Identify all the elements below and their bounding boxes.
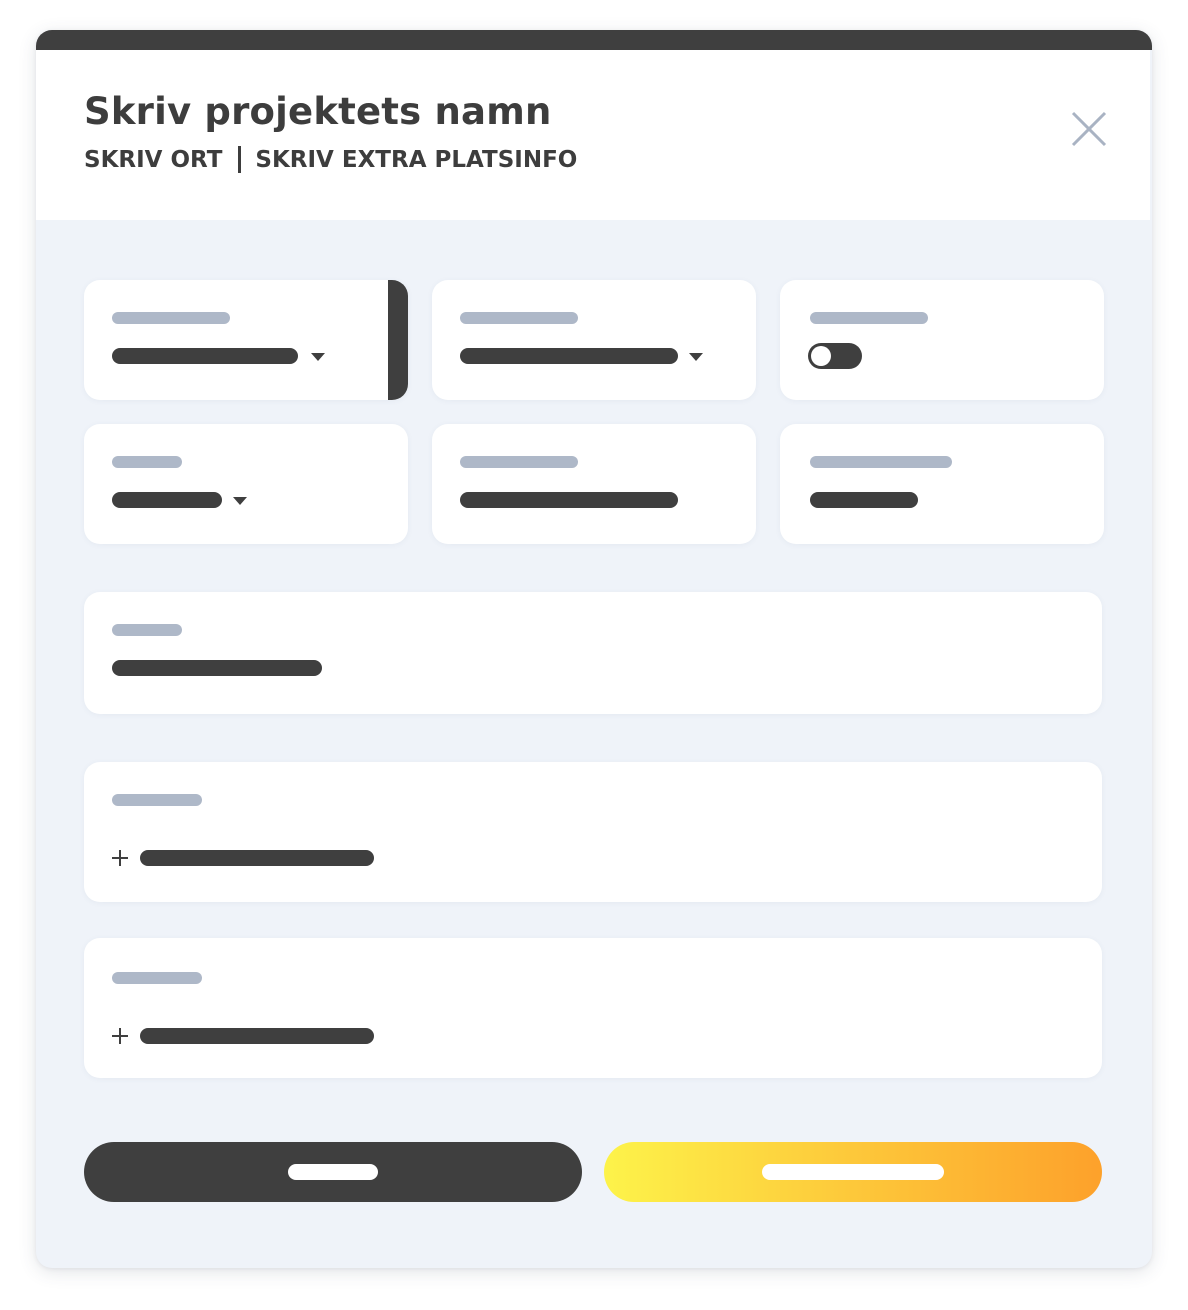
caret-down-icon[interactable]	[689, 353, 703, 361]
plus-icon[interactable]	[112, 1028, 128, 1044]
text-field-1[interactable]	[432, 424, 756, 544]
location-extra-info[interactable]: SKRIV EXTRA PLATSINFO	[255, 147, 577, 173]
caret-down-icon[interactable]	[233, 497, 247, 505]
add-section-2	[84, 938, 1102, 1078]
button-label-placeholder	[288, 1164, 378, 1180]
project-modal: Skriv projektets namn SKRIV ORT SKRIV EX…	[36, 30, 1152, 1268]
add-item-link-placeholder[interactable]	[140, 850, 374, 866]
modal-header: Skriv projektets namn SKRIV ORT SKRIV EX…	[36, 50, 1150, 220]
dropdown-field-2[interactable]	[432, 280, 756, 400]
project-title[interactable]: Skriv projektets namn	[84, 90, 552, 133]
field-value-placeholder	[112, 492, 222, 508]
field-value-placeholder	[460, 492, 678, 508]
add-section-1	[84, 762, 1102, 902]
field-label-placeholder	[810, 456, 952, 468]
dropdown-field-1[interactable]	[84, 280, 408, 400]
location-separator	[238, 146, 242, 173]
field-value-placeholder	[810, 492, 918, 508]
save-button[interactable]	[604, 1142, 1102, 1202]
close-icon[interactable]	[1070, 110, 1108, 148]
field-label-placeholder	[112, 312, 230, 324]
toggle-field	[780, 280, 1104, 400]
field-active-indicator	[388, 280, 408, 400]
section-label-placeholder	[112, 794, 202, 806]
field-value-placeholder	[112, 348, 298, 364]
field-label-placeholder	[112, 624, 182, 636]
cancel-button[interactable]	[84, 1142, 582, 1202]
text-field-2[interactable]	[780, 424, 1104, 544]
plus-icon[interactable]	[112, 850, 128, 866]
field-value-placeholder	[460, 348, 678, 364]
project-location: SKRIV ORT SKRIV EXTRA PLATSINFO	[84, 146, 577, 173]
add-item-link-placeholder[interactable]	[140, 1028, 374, 1044]
text-field-wide[interactable]	[84, 592, 1102, 714]
field-label-placeholder	[460, 456, 578, 468]
field-label-placeholder	[112, 456, 182, 468]
dropdown-field-3[interactable]	[84, 424, 408, 544]
toggle-switch[interactable]	[808, 343, 862, 369]
modal-top-bar	[36, 30, 1152, 50]
location-city[interactable]: SKRIV ORT	[84, 147, 222, 173]
field-label-placeholder	[460, 312, 578, 324]
caret-down-icon[interactable]	[311, 353, 325, 361]
button-label-placeholder	[762, 1164, 944, 1180]
section-label-placeholder	[112, 972, 202, 984]
field-label-placeholder	[810, 312, 928, 324]
toggle-knob	[811, 346, 831, 366]
field-value-placeholder	[112, 660, 322, 676]
